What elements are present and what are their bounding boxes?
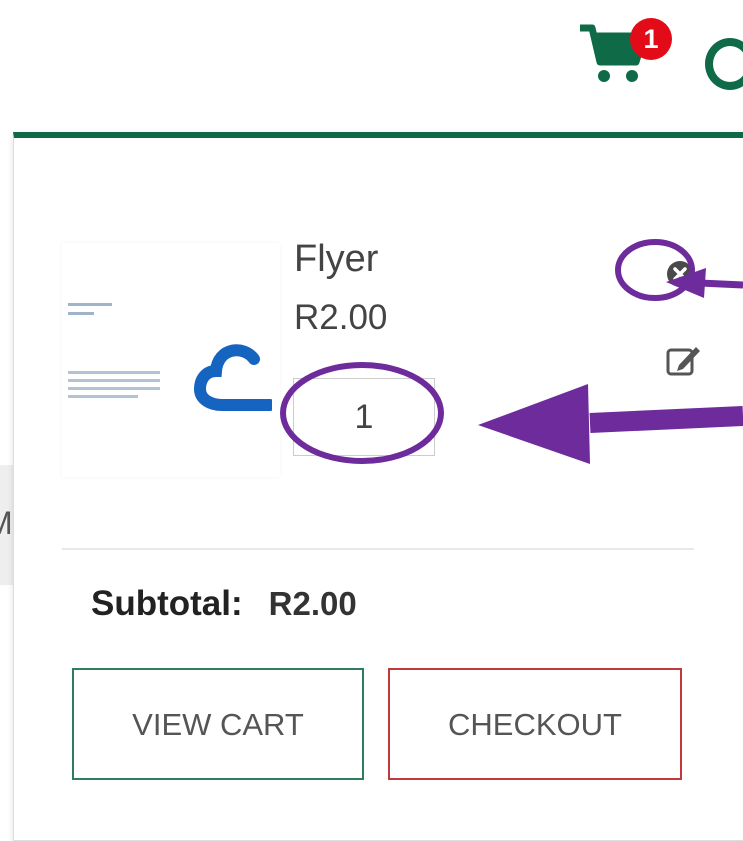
product-thumbnail[interactable] bbox=[62, 243, 280, 477]
subtotal-label: Subtotal: bbox=[91, 584, 243, 623]
mini-cart-panel: Flyer R2.00 1 Subtotal: R2.00 VIEW CART C… bbox=[13, 132, 743, 841]
view-cart-button[interactable]: VIEW CART bbox=[72, 668, 364, 780]
remove-circle-icon[interactable] bbox=[666, 260, 694, 288]
cloud-logo-icon bbox=[193, 344, 272, 411]
checkout-button[interactable]: CHECKOUT bbox=[388, 668, 682, 780]
edit-icon[interactable] bbox=[665, 343, 703, 377]
subtotal-row: Subtotal: R2.00 bbox=[91, 584, 357, 624]
background-page-text: M bbox=[0, 505, 13, 542]
header-logo-fragment bbox=[700, 20, 743, 90]
divider bbox=[62, 548, 694, 550]
header-cart-button[interactable]: 1 bbox=[578, 18, 688, 88]
cart-item-name[interactable]: Flyer bbox=[294, 238, 378, 281]
subtotal-value: R2.00 bbox=[268, 585, 357, 622]
cart-count-badge: 1 bbox=[630, 18, 672, 60]
quantity-input[interactable]: 1 bbox=[293, 378, 435, 456]
cart-item-price: R2.00 bbox=[294, 298, 388, 337]
